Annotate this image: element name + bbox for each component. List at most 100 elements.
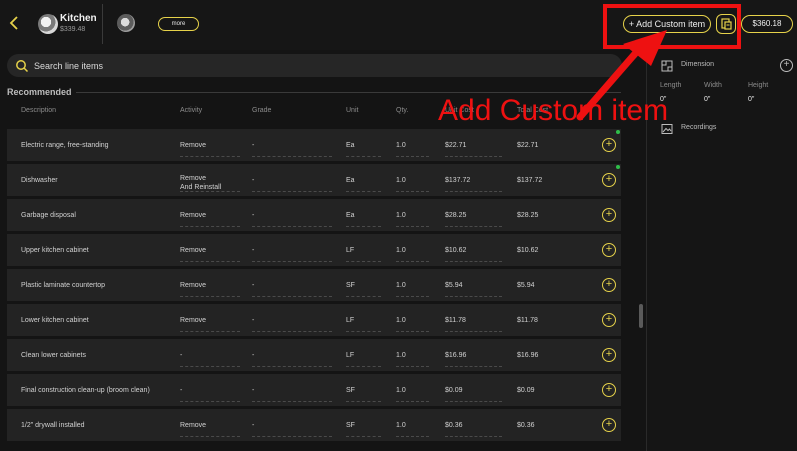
add-line-item-icon[interactable]: + <box>602 243 616 257</box>
cell-unit: LF <box>346 247 355 254</box>
room-avatar[interactable] <box>38 14 58 34</box>
height-label: Height <box>748 82 769 89</box>
add-dimension-button[interactable]: + <box>780 59 793 72</box>
cell-unit: Ea <box>346 177 355 184</box>
field-underline <box>396 226 429 227</box>
column-header-unit: Unit <box>346 107 359 114</box>
cell-qty[interactable]: 1.0 <box>396 421 406 430</box>
field-underline <box>180 191 240 192</box>
table-row[interactable]: Upper kitchen cabinet Remove - LF 1.0 $10.62 $… <box>7 234 621 266</box>
add-line-item-icon[interactable]: + <box>602 138 616 152</box>
cell-grade[interactable]: - <box>252 316 254 325</box>
add-line-item-icon[interactable]: + <box>602 173 616 187</box>
field-underline <box>252 366 332 367</box>
cell-unit: Ea <box>346 142 355 149</box>
table-row[interactable]: 1/2" drywall installed Remove - SF 1.0 $0.36 $… <box>7 409 621 441</box>
scroll-handle[interactable] <box>639 304 643 328</box>
field-underline <box>346 331 381 332</box>
add-line-item-icon[interactable]: + <box>602 313 616 327</box>
cell-unit-cost[interactable]: $28.25 <box>445 211 466 220</box>
cell-activity[interactable]: - <box>180 386 182 395</box>
cell-unit-cost[interactable]: $0.36 <box>445 421 463 430</box>
add-line-item-icon[interactable]: + <box>602 278 616 292</box>
add-line-item-icon[interactable]: + <box>602 383 616 397</box>
cell-qty[interactable]: 1.0 <box>396 176 406 185</box>
field-underline <box>252 436 332 437</box>
cell-activity[interactable]: Remove And Reinstall <box>180 174 221 192</box>
cell-total-cost: $10.62 <box>517 247 539 254</box>
cell-grade[interactable]: - <box>252 351 254 360</box>
field-underline <box>346 261 381 262</box>
back-chevron-icon[interactable] <box>6 13 24 33</box>
table-row[interactable]: Final construction clean-up (broom clean… <box>7 374 621 406</box>
search-icon <box>15 59 29 73</box>
section-divider <box>76 92 621 93</box>
width-label: Width <box>704 82 722 89</box>
field-underline <box>180 156 240 157</box>
table-row[interactable]: Dishwasher Remove And Reinstall - Ea 1.0 $137… <box>7 164 621 196</box>
cell-total-cost: $11.78 <box>517 317 538 324</box>
add-line-item-icon[interactable]: + <box>602 348 616 362</box>
cell-grade[interactable]: - <box>252 281 254 290</box>
field-underline <box>445 296 502 297</box>
cell-qty[interactable]: 1.0 <box>396 211 406 220</box>
add-line-item-icon[interactable]: + <box>602 208 616 222</box>
dimension-title: Dimension <box>681 61 715 68</box>
field-underline <box>396 331 429 332</box>
cell-qty[interactable]: 1.0 <box>396 351 406 360</box>
cell-qty[interactable]: 1.0 <box>396 281 406 290</box>
add-line-item-icon[interactable]: + <box>602 418 616 432</box>
cell-grade[interactable]: - <box>252 246 254 255</box>
cell-unit-cost[interactable]: $5.94 <box>445 281 463 290</box>
table-row[interactable]: Plastic laminate countertop Remove - SF 1.0 $… <box>7 269 621 301</box>
search-bar[interactable] <box>7 54 622 77</box>
cell-qty[interactable]: 1.0 <box>396 316 406 325</box>
table-row[interactable]: Lower kitchen cabinet Remove - LF 1.0 $11.78 $… <box>7 304 621 336</box>
secondary-room-avatar[interactable] <box>117 14 135 32</box>
cell-qty[interactable]: 1.0 <box>396 246 406 255</box>
height-value[interactable]: 0" <box>748 96 754 103</box>
cell-activity[interactable]: Remove <box>180 141 206 150</box>
field-underline <box>396 191 429 192</box>
cell-activity[interactable]: Remove <box>180 281 206 290</box>
recordings-title: Recordings <box>681 124 717 131</box>
cell-unit-cost[interactable]: $10.62 <box>445 246 466 255</box>
cell-activity[interactable]: Remove <box>180 316 206 325</box>
cell-grade[interactable]: - <box>252 386 254 395</box>
table-row[interactable]: Clean lower cabinets - - LF 1.0 $16.96 $16.96 + <box>7 339 621 371</box>
cell-unit-cost[interactable]: $16.96 <box>445 351 466 360</box>
field-underline <box>180 366 240 367</box>
cell-unit-cost[interactable]: $0.09 <box>445 386 463 395</box>
cell-grade[interactable]: - <box>252 211 254 220</box>
field-underline <box>252 156 332 157</box>
cell-total-cost: $0.36 <box>517 422 535 429</box>
field-underline <box>252 191 332 192</box>
cell-activity[interactable]: Remove <box>180 211 206 220</box>
cell-unit-cost[interactable]: $137.72 <box>445 176 470 185</box>
table-row[interactable]: Garbage disposal Remove - Ea 1.0 $28.25 $28.25… <box>7 199 621 231</box>
cell-activity[interactable]: Remove <box>180 246 206 255</box>
cell-unit-cost[interactable]: $22.71 <box>445 141 466 150</box>
cell-qty[interactable]: 1.0 <box>396 386 406 395</box>
cell-qty[interactable]: 1.0 <box>396 141 406 150</box>
search-input[interactable] <box>34 58 594 73</box>
cell-total-cost: $28.25 <box>517 212 539 219</box>
field-underline <box>445 226 502 227</box>
cell-total-cost: $137.72 <box>517 177 543 184</box>
width-value[interactable]: 0" <box>704 96 710 103</box>
table-row[interactable]: Electric range, free-standing Remove - Ea 1.… <box>7 129 621 161</box>
more-button[interactable]: more <box>158 17 199 31</box>
cell-description: Clean lower cabinets <box>21 352 86 359</box>
field-underline <box>180 401 240 402</box>
column-header-qty: Qty. <box>396 107 409 114</box>
field-underline <box>252 226 332 227</box>
field-underline <box>445 261 502 262</box>
cell-activity[interactable]: - <box>180 351 182 360</box>
cell-activity[interactable]: Remove <box>180 421 206 430</box>
estimate-total-button[interactable]: $360.18 <box>741 15 793 33</box>
cell-grade[interactable]: - <box>252 141 254 150</box>
cell-unit-cost[interactable]: $11.78 <box>445 316 466 325</box>
cell-grade[interactable]: - <box>252 176 254 185</box>
cell-grade[interactable]: - <box>252 421 254 430</box>
cell-description: Garbage disposal <box>21 212 76 219</box>
